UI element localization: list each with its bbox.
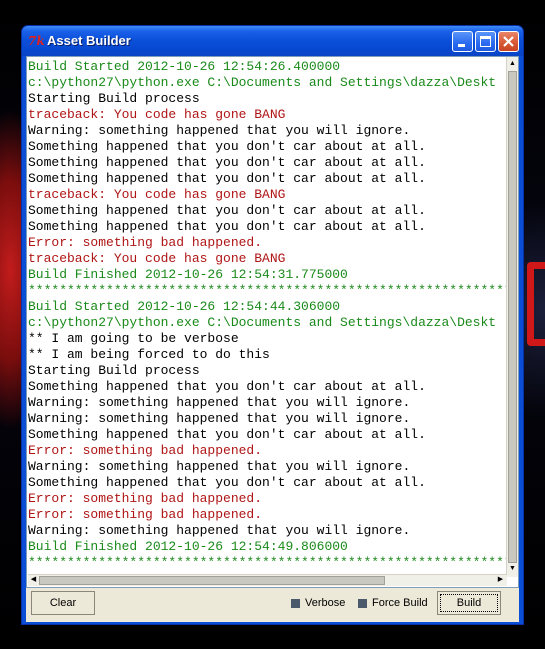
vertical-scrollbar[interactable]: ▲ ▼ <box>506 57 518 577</box>
scroll-left-arrow[interactable]: ◀ <box>29 575 38 585</box>
scroll-down-arrow[interactable]: ▼ <box>508 564 517 574</box>
log-line-info: Build Started 2012-10-26 12:54:44.306000 <box>28 299 341 314</box>
log-line-error: Error: something bad happened. <box>28 507 263 522</box>
log-line-normal: Warning: something happened that you wil… <box>28 123 411 138</box>
asset-builder-window: 7k Asset Builder Build Started 2012-10-2… <box>21 25 524 625</box>
horizontal-scrollbar[interactable]: ◀ ▶ <box>28 574 507 586</box>
close-button[interactable] <box>498 31 519 52</box>
log-line-normal: Warning: something happened that you wil… <box>28 459 411 474</box>
log-line-normal: Warning: something happened that you wil… <box>28 411 411 426</box>
log-line-info: c:\python27\python.exe C:\Documents and … <box>28 75 497 90</box>
log-line-normal: Something happened that you don't car ab… <box>28 139 426 154</box>
log-line-error: traceback: You code has gone BANG <box>28 107 286 122</box>
scroll-up-arrow[interactable]: ▲ <box>508 59 517 69</box>
log-line-normal: Something happened that you don't car ab… <box>28 475 426 490</box>
log-line-normal: Something happened that you don't car ab… <box>28 171 426 186</box>
minimize-icon <box>458 44 465 47</box>
log-line-info: ****************************************… <box>28 283 508 298</box>
vertical-scroll-thumb[interactable] <box>508 71 517 563</box>
window-client-area: Build Started 2012-10-26 12:54:26.400000… <box>26 56 519 622</box>
clear-button[interactable]: Clear <box>31 591 95 615</box>
title-bar[interactable]: 7k Asset Builder <box>22 26 523 56</box>
log-line-info: ****************************************… <box>28 555 508 570</box>
verbose-checkbox[interactable] <box>291 599 300 608</box>
minimize-button[interactable] <box>452 31 473 52</box>
maximize-icon <box>480 36 491 47</box>
log-line-normal: Warning: something happened that you wil… <box>28 523 411 538</box>
log-line-error: Error: something bad happened. <box>28 443 263 458</box>
log-line-info: c:\python27\python.exe C:\Documents and … <box>28 315 497 330</box>
log-line-info: Build Started 2012-10-26 12:54:26.400000 <box>28 59 341 74</box>
window-title: Asset Builder <box>47 33 131 48</box>
horizontal-scroll-thumb[interactable] <box>39 576 385 585</box>
tk-feather-icon: 7k <box>28 34 45 48</box>
build-log[interactable]: Build Started 2012-10-26 12:54:26.400000… <box>26 56 519 588</box>
log-line-error: Error: something bad happened. <box>28 235 263 250</box>
log-line-normal: Starting Build process <box>28 363 200 378</box>
log-line-normal: ** I am going to be verbose <box>28 331 239 346</box>
close-icon <box>503 36 514 47</box>
log-line-error: traceback: You code has gone BANG <box>28 251 286 266</box>
log-text-area[interactable]: Build Started 2012-10-26 12:54:26.400000… <box>28 59 508 575</box>
maximize-button[interactable] <box>475 31 496 52</box>
log-line-info: Build Finished 2012-10-26 12:54:49.80600… <box>28 539 348 554</box>
log-line-error: Error: something bad happened. <box>28 491 263 506</box>
log-line-normal: Something happened that you don't car ab… <box>28 203 426 218</box>
log-line-info: Build Finished 2012-10-26 12:54:31.77500… <box>28 267 348 282</box>
log-line-normal: Starting Build process <box>28 91 200 106</box>
log-line-normal: Something happened that you don't car ab… <box>28 219 426 234</box>
force-build-checkbox[interactable] <box>358 599 367 608</box>
log-line-normal: Warning: something happened that you wil… <box>28 395 411 410</box>
build-button[interactable]: Build <box>437 591 501 615</box>
verbose-label[interactable]: Verbose <box>305 597 345 609</box>
log-line-normal: ** I am being forced to do this <box>28 347 270 362</box>
force-build-label[interactable]: Force Build <box>372 597 428 609</box>
control-bar: Clear Verbose Force Build Build <box>26 588 519 622</box>
desktop-decoration <box>527 262 545 346</box>
log-line-normal: Something happened that you don't car ab… <box>28 379 426 394</box>
log-line-normal: Something happened that you don't car ab… <box>28 155 426 170</box>
scroll-right-arrow[interactable]: ▶ <box>496 575 505 585</box>
log-line-normal: Something happened that you don't car ab… <box>28 427 426 442</box>
log-line-error: traceback: You code has gone BANG <box>28 187 286 202</box>
